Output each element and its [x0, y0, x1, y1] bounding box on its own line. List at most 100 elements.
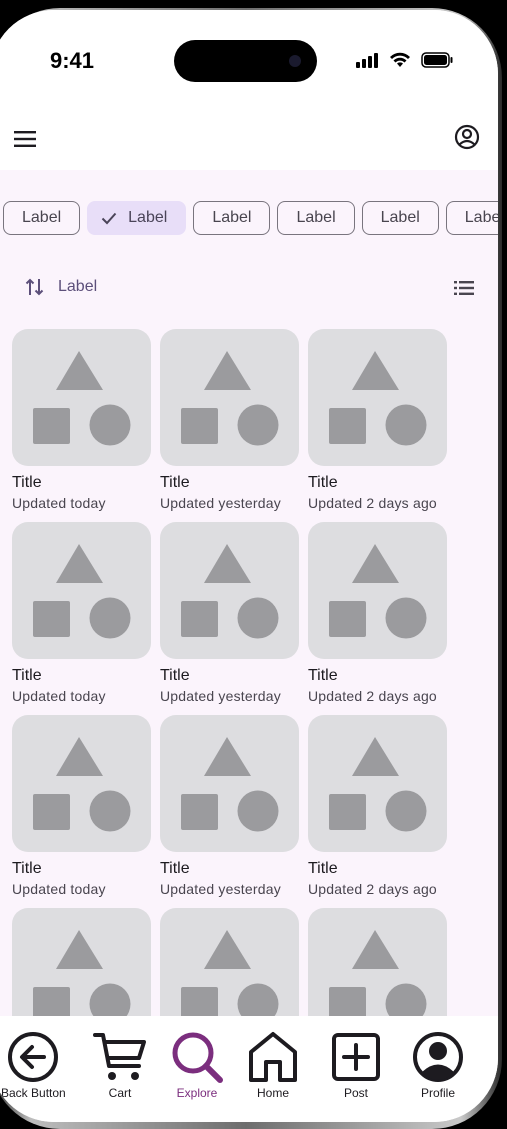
list-view-icon[interactable]: [453, 277, 475, 299]
chip-label: Label: [212, 209, 252, 226]
circle-shape: [237, 404, 279, 446]
nav-label: Profile: [420, 1086, 455, 1100]
card-subtitle: Updated today: [12, 688, 106, 704]
nav-back-button[interactable]: Back Button: [1, 1030, 66, 1100]
circle-shape: [385, 790, 427, 832]
nav-profile[interactable]: Profile: [411, 1030, 465, 1100]
card-subtitle: Updated yesterday: [160, 881, 281, 897]
card-subtitle: Updated yesterday: [160, 688, 281, 704]
square-shape: [329, 987, 366, 1016]
chip-label: Label: [22, 209, 62, 226]
filter-chip-selected[interactable]: Label: [87, 201, 187, 235]
placeholder-image: [308, 908, 447, 1016]
content-area: Label Label Label Label Label Label Labe…: [0, 170, 498, 1016]
card-title: Title: [308, 474, 338, 491]
card-subtitle: Updated today: [12, 495, 106, 511]
card-subtitle: Updated today: [12, 881, 106, 897]
card-title: Title: [160, 667, 190, 684]
sort-button[interactable]: Label: [24, 276, 97, 298]
check-icon: [101, 212, 117, 225]
circle-shape: [237, 597, 279, 639]
triangle-shape: [204, 930, 251, 969]
square-shape: [33, 794, 70, 830]
square-shape: [181, 794, 218, 830]
top-app-bar: [0, 110, 498, 170]
content-card[interactable]: [160, 908, 299, 1016]
filter-chip[interactable]: Label: [361, 201, 439, 235]
square-shape: [33, 601, 70, 637]
nav-label: Explore: [176, 1086, 218, 1100]
sort-icon: [25, 278, 44, 296]
cart-icon: [93, 1033, 146, 1080]
placeholder-image: [12, 715, 151, 852]
dynamic-island: [174, 40, 317, 82]
filter-chips: Label Label Label Label Label Label: [3, 201, 498, 235]
content-card[interactable]: Title Updated yesterday: [160, 329, 299, 522]
triangle-shape: [56, 930, 103, 969]
content-card[interactable]: Title Updated 2 days ago: [308, 522, 447, 715]
chip-label: Label: [464, 209, 498, 226]
content-card[interactable]: Title Updated today: [12, 522, 151, 715]
content-card[interactable]: Title Updated yesterday: [160, 522, 299, 715]
chip-label: Label: [128, 209, 168, 226]
circle-shape: [237, 790, 279, 832]
add-box-icon: [332, 1033, 380, 1081]
battery-icon: [421, 52, 453, 68]
content-card[interactable]: Title Updated today: [12, 329, 151, 522]
square-shape: [329, 408, 366, 444]
signal-icon: [356, 53, 378, 68]
filter-chip[interactable]: Label: [193, 201, 271, 235]
card-grid: Title Updated today Title Updated yesterday…: [12, 329, 447, 1016]
placeholder-image: [160, 908, 299, 1016]
placeholder-image: [308, 715, 447, 852]
square-shape: [181, 601, 218, 637]
circle-shape: [237, 983, 279, 1016]
placeholder-image: [160, 522, 299, 659]
triangle-shape: [352, 737, 399, 776]
card-subtitle: Updated 2 days ago: [308, 495, 437, 511]
card-title: Title: [308, 667, 338, 684]
card-title: Title: [12, 667, 42, 684]
filter-chip[interactable]: Label: [445, 201, 498, 235]
nav-explore[interactable]: Explore: [170, 1030, 224, 1100]
menu-icon[interactable]: [12, 126, 38, 152]
account-circle-icon[interactable]: [452, 122, 482, 152]
nav-cart[interactable]: Cart: [93, 1030, 147, 1100]
wifi-icon: [390, 52, 410, 67]
square-shape: [329, 794, 366, 830]
card-title: Title: [12, 860, 42, 877]
nav-home[interactable]: Home: [246, 1030, 300, 1100]
nav-post[interactable]: Post: [329, 1030, 383, 1100]
card-title: Title: [160, 860, 190, 877]
sort-label: Label: [58, 278, 98, 295]
triangle-shape: [204, 544, 251, 583]
status-bar: 9:41: [0, 10, 498, 110]
content-card[interactable]: Title Updated 2 days ago: [308, 715, 447, 908]
triangle-shape: [204, 351, 251, 390]
card-title: Title: [12, 474, 42, 491]
filter-chip[interactable]: Label: [277, 201, 355, 235]
circle-shape: [89, 404, 131, 446]
card-title: Title: [308, 860, 338, 877]
filter-chip[interactable]: Label: [3, 201, 81, 235]
content-card[interactable]: [308, 908, 447, 1016]
placeholder-image: [160, 715, 299, 852]
square-shape: [181, 408, 218, 444]
circle-shape: [89, 983, 131, 1016]
square-shape: [329, 601, 366, 637]
chip-label: Label: [296, 209, 336, 226]
circle-shape: [385, 983, 427, 1016]
triangle-shape: [56, 737, 103, 776]
back-arrow-icon: [8, 1032, 59, 1082]
circle-shape: [385, 404, 427, 446]
content-card[interactable]: Title Updated today: [12, 715, 151, 908]
content-card[interactable]: Title Updated 2 days ago: [308, 329, 447, 522]
profile-icon: [413, 1032, 463, 1082]
nav-label: Post: [343, 1086, 368, 1100]
circle-shape: [89, 597, 131, 639]
card-subtitle: Updated 2 days ago: [308, 688, 437, 704]
placeholder-image: [12, 908, 151, 1016]
content-card[interactable]: [12, 908, 151, 1016]
content-card[interactable]: Title Updated yesterday: [160, 715, 299, 908]
placeholder-image: [308, 329, 447, 466]
